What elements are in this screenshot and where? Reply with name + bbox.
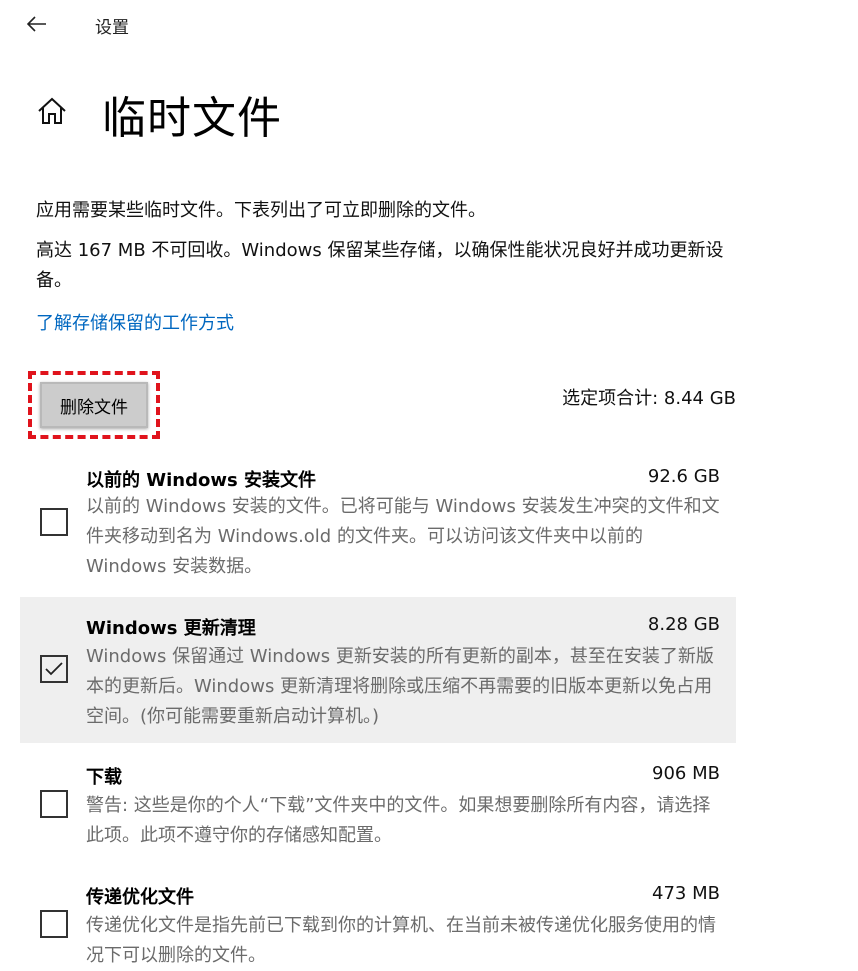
- checkbox[interactable]: [40, 910, 68, 938]
- item-size: 906 MB: [652, 763, 720, 784]
- window-title: 设置: [95, 18, 129, 38]
- item-size: 8.28 GB: [647, 614, 720, 635]
- learn-storage-reserve-link[interactable]: 了解存储保留的工作方式: [36, 309, 234, 335]
- description-line-2: 高达 167 MB 不可回收。Windows 保留某些存储，以确保性能状况良好并…: [36, 240, 724, 291]
- list-item-windows-update-cleanup[interactable]: Windows 更新清理 8.28 GB Windows 保留通过 Window…: [20, 597, 736, 743]
- back-button[interactable]: [22, 10, 52, 38]
- back-arrow-icon: [27, 16, 46, 32]
- item-size: 92.6 GB: [647, 466, 720, 487]
- highlight-box: 删除文件: [28, 371, 160, 439]
- list-item-delivery-optimization[interactable]: 传递优化文件 473 MB 传递优化文件是指先前已下载到你的计算机、在当前未被传…: [20, 870, 736, 970]
- item-description: 传递优化文件是指先前已下载到你的计算机、在当前未被传递优化服务使用的情况下可以删…: [86, 915, 716, 966]
- item-description: Windows 保留通过 Windows 更新安装的所有更新的副本，甚至在安装了…: [86, 646, 714, 727]
- delete-files-button[interactable]: 删除文件: [40, 382, 148, 428]
- checkbox[interactable]: [40, 655, 68, 683]
- page-title: 临时文件: [102, 93, 282, 144]
- item-description: 以前的 Windows 安装的文件。已将可能与 Windows 安装发生冲突的文…: [86, 496, 720, 577]
- item-size: 473 MB: [652, 883, 720, 904]
- checkbox[interactable]: [40, 790, 68, 818]
- item-description: 警告: 这些是你的个人“下载”文件夹中的文件。如果想要删除所有内容，请选择此项。…: [86, 795, 711, 846]
- checkbox[interactable]: [40, 508, 68, 536]
- list-item-previous-windows-install[interactable]: 以前的 Windows 安装文件 92.6 GB 以前的 Windows 安装的…: [20, 452, 736, 592]
- selected-total: 选定项合计: 8.44 GB: [562, 388, 736, 409]
- list-item-downloads[interactable]: 下载 906 MB 警告: 这些是你的个人“下载”文件夹中的文件。如果想要删除所…: [20, 750, 736, 860]
- item-title: 下载: [86, 767, 122, 788]
- description-line-1: 应用需要某些临时文件。下表列出了可立即删除的文件。: [36, 200, 486, 221]
- item-title: 以前的 Windows 安装文件: [86, 470, 316, 491]
- item-title: 传递优化文件: [86, 887, 194, 908]
- home-icon: [38, 97, 66, 124]
- item-title: Windows 更新清理: [86, 618, 256, 639]
- checkmark-icon: [45, 662, 63, 676]
